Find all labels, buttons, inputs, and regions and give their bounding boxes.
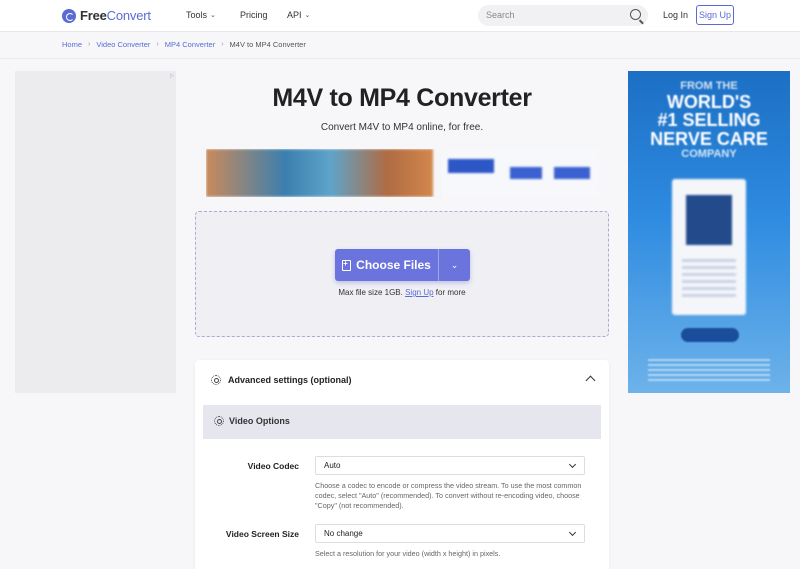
signup-link[interactable]: Sign Up [405, 288, 433, 297]
breadcrumb-mp4-converter[interactable]: MP4 Converter [165, 40, 215, 49]
chevron-down-icon [568, 460, 577, 469]
choose-files-button[interactable]: Choose Files [335, 249, 438, 281]
ad-right[interactable]: FROM THE WORLD'S #1 SELLING NERVE CARE C… [628, 71, 790, 393]
video-codec-help: Choose a codec to encode or compress the… [315, 481, 582, 511]
chevron-right-icon: › [88, 41, 91, 48]
video-screen-size-label: Video Screen Size [225, 529, 299, 539]
ad-right-headline: FROM THE WORLD'S #1 SELLING NERVE CARE C… [650, 80, 768, 161]
ad-banner-image [206, 149, 433, 197]
ad-product-image [672, 179, 746, 315]
ad-banner-offer [442, 149, 598, 197]
chevron-down-icon: ⌄ [450, 259, 459, 270]
search-icon[interactable] [630, 9, 641, 20]
search-input[interactable]: Search [478, 5, 648, 26]
header-divider [0, 58, 800, 59]
chevron-right-icon: › [221, 41, 224, 48]
ad-buy-now-button[interactable] [681, 328, 739, 342]
nav-pricing[interactable]: Pricing [240, 10, 268, 20]
page-title: M4V to MP4 Converter [272, 84, 532, 112]
max-file-size-note: Max file size 1GB. Sign Up for more [338, 288, 466, 297]
advanced-settings-toggle[interactable]: Advanced settings (optional) [211, 375, 352, 385]
breadcrumb-video-converter[interactable]: Video Converter [96, 40, 150, 49]
breadcrumb: Home › Video Converter › MP4 Converter ›… [62, 40, 306, 49]
ad-banner[interactable] [206, 149, 598, 197]
breadcrumb-home[interactable]: Home [62, 40, 82, 49]
file-add-icon [342, 259, 352, 271]
chevron-down-icon: ⌄ [210, 12, 216, 19]
top-header: FreeConvert Tools ⌄ Pricing API ⌄ Search L… [0, 0, 800, 32]
choose-source-dropdown[interactable]: ⌄ [439, 249, 470, 281]
freeconvert-logo-icon [62, 8, 76, 23]
video-options-label: Video Options [214, 416, 290, 426]
brand-name: FreeConvert [80, 8, 151, 23]
video-screen-size-select[interactable]: No change [315, 524, 585, 543]
gear-icon [211, 375, 221, 385]
login-link[interactable]: Log In [663, 10, 688, 20]
choose-files-button-group: Choose Files ⌄ [335, 249, 470, 281]
breadcrumb-current: M4V to MP4 Converter [229, 40, 306, 49]
search-placeholder: Search [486, 10, 515, 20]
ad-footnote [648, 359, 770, 381]
nav-api[interactable]: API ⌄ [287, 10, 310, 20]
chevron-down-icon [568, 528, 577, 537]
video-codec-select[interactable]: Auto [315, 456, 585, 475]
video-codec-label: Video Codec [247, 461, 299, 471]
gear-icon [214, 416, 224, 426]
nav-tools[interactable]: Tools ⌄ [186, 10, 216, 20]
signup-button[interactable]: Sign Up [696, 5, 734, 25]
chevron-down-icon: ⌄ [304, 12, 311, 19]
ad-left[interactable]: ▷ [15, 71, 176, 393]
video-screen-size-help: Select a resolution for your video (widt… [315, 549, 501, 558]
brand-logo[interactable]: FreeConvert [62, 8, 151, 23]
ad-choices-icon[interactable]: ▷ [170, 73, 174, 79]
page-subtitle: Convert M4V to MP4 online, for free. [320, 122, 484, 133]
chevron-right-icon: › [156, 41, 159, 48]
